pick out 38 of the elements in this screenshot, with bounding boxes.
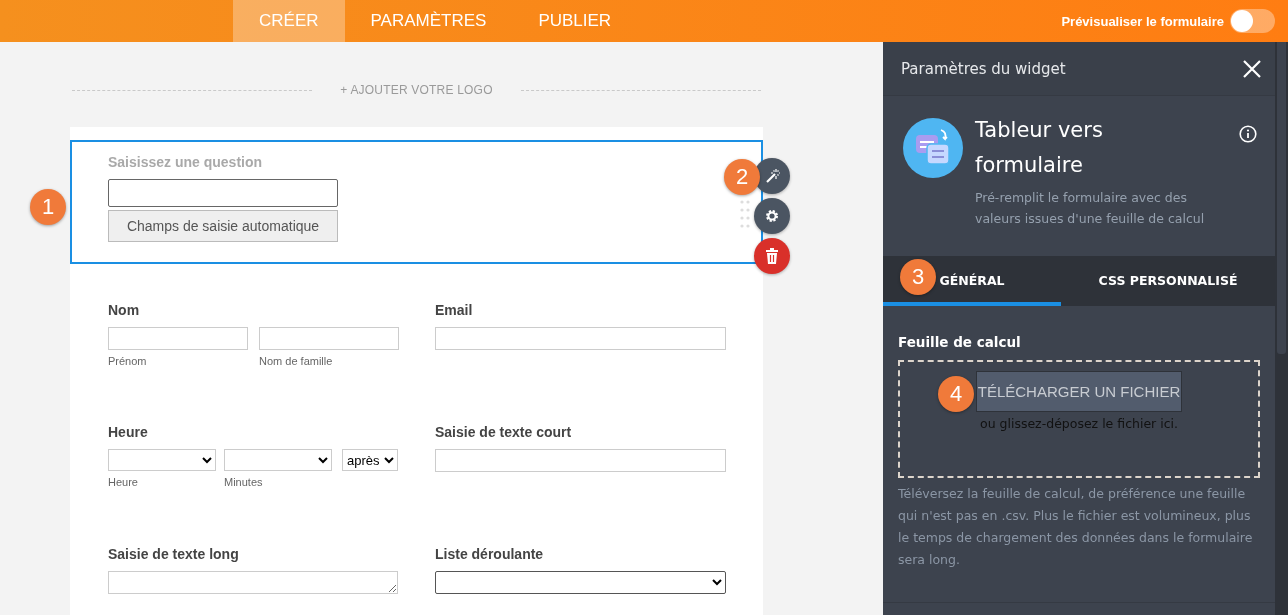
close-button[interactable] [1243,59,1261,78]
input-field[interactable] [108,179,338,207]
nav-tab[interactable]: PUBLIER [512,0,638,42]
nav-tab[interactable]: PARAMÈTRES [344,0,513,42]
autofill-button[interactable]: Champs de saisie automatique [108,210,338,242]
add-logo-link[interactable]: + AJOUTER VOTRE LOGO [312,83,521,97]
widget-name: Tableur vers formulaire [975,117,1104,179]
textarea-field[interactable] [108,571,398,594]
field-label: Saisie de texte court [435,424,573,440]
drag-handle-icon[interactable] [740,198,750,230]
field-label: Email [435,302,474,318]
question-label[interactable]: Saisissez une question [108,154,263,170]
scrollbar-thumb[interactable] [1277,42,1286,354]
widget-description: Pré-remplit le formulaire avec des valeurs issues d'une feuille de calcul [975,189,1206,228]
upload-button[interactable]: TÉLÉCHARGER UN FICHIER [975,371,1183,412]
info-icon[interactable] [1239,125,1257,143]
sublabel: Nom de famille [259,355,334,367]
field-label: Liste déroulante [435,546,545,562]
trash-icon [765,248,779,264]
field-label: Saisie de texte long [108,546,240,562]
sublabel: Heure [108,476,139,488]
help-text: Téléversez la feuille de calcul, de préférence une feuille qui n'est pas en .csv. Plus le fichier est volumineux, plus le temps de chargement des données dans le formulaire sera long. [898,485,1254,569]
sublabel: Minutes [224,476,264,488]
preview-label: Prévisualiser le formulaire [1061,13,1224,29]
field-label: Heure [108,424,149,440]
panel-title: Paramètres du widget [901,59,1066,78]
close-icon [1243,59,1261,78]
sublabel: Prénom [108,355,148,367]
drop-hint: ou glissez-déposez le fichier ici. [980,416,1178,431]
dropdown-field[interactable] [435,571,726,594]
period-dropdown[interactable]: après [342,449,398,471]
spreadsheet-form-icon [903,118,963,178]
section-title: Feuille de calcul [898,334,1022,350]
preview-toggle[interactable] [1230,9,1275,33]
magic-wand-icon [764,168,780,184]
panel-tab[interactable]: CSS PERSONNALISÉ [1061,256,1275,306]
settings-icon [765,209,779,223]
field-label: Nom [108,302,141,318]
